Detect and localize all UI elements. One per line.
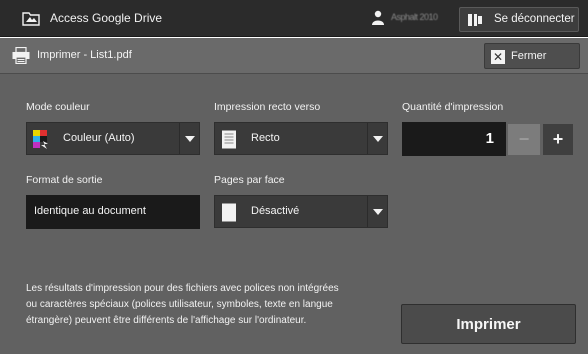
user-icon xyxy=(372,10,384,25)
duplex-label: Impression recto verso xyxy=(214,101,321,113)
top-bar: Access Google Drive Asphalt 2010 Se déco… xyxy=(0,0,588,37)
notice-line: étrangère) peuvent être différents de l'… xyxy=(26,315,307,326)
pages-per-side-value: Désactivé xyxy=(251,205,300,217)
logout-button[interactable]: Se déconnecter xyxy=(459,7,579,32)
print-button[interactable]: Imprimer xyxy=(401,304,576,344)
close-label: Fermer xyxy=(511,50,547,62)
page-icon xyxy=(222,203,236,222)
pages-per-side-label: Pages par face xyxy=(214,174,285,186)
color-mode-label: Mode couleur xyxy=(26,101,90,113)
quantity-value: 1 xyxy=(485,130,494,147)
logout-label: Se déconnecter xyxy=(494,13,575,25)
document-title: Imprimer - List1.pdf xyxy=(37,49,132,61)
output-format-value: Identique au document xyxy=(34,205,146,217)
close-icon: ✕ xyxy=(491,50,505,64)
user-name: Asphalt 2010 xyxy=(391,12,438,22)
output-format-field[interactable]: Identique au document xyxy=(26,195,200,229)
printer-icon xyxy=(12,47,30,64)
quantity-decrement-button[interactable]: − xyxy=(508,124,540,155)
output-format-label: Format de sortie xyxy=(26,174,103,186)
close-button[interactable]: ✕ Fermer xyxy=(484,43,580,69)
notice-line: Les résultats d'impression pour des fich… xyxy=(26,283,339,294)
single-page-icon xyxy=(222,130,236,149)
color-mode-value: Couleur (Auto) xyxy=(63,132,135,144)
quantity-increment-button[interactable]: + xyxy=(543,124,573,155)
quantity-input[interactable]: 1 xyxy=(402,122,506,156)
chevron-down-icon xyxy=(367,123,387,154)
print-notice: Les résultats d'impression pour des fich… xyxy=(26,281,396,329)
chevron-down-icon xyxy=(367,196,387,227)
duplex-dropdown[interactable]: Recto xyxy=(214,122,388,155)
drive-folder-icon xyxy=(22,12,40,26)
logout-icon xyxy=(468,14,482,26)
panel-header: Imprimer - List1.pdf ✕ Fermer xyxy=(0,38,588,74)
app-title: Access Google Drive xyxy=(50,11,163,25)
color-mode-icon xyxy=(33,130,48,149)
color-mode-dropdown[interactable]: Couleur (Auto) xyxy=(26,122,200,155)
print-screen: Access Google Drive Asphalt 2010 Se déco… xyxy=(0,0,588,354)
print-button-label: Imprimer xyxy=(456,316,521,333)
quantity-label: Quantité d'impression xyxy=(402,101,504,113)
chevron-down-icon xyxy=(179,123,199,154)
duplex-value: Recto xyxy=(251,132,280,144)
notice-line: ou caractères spéciaux (polices utilisat… xyxy=(26,299,333,310)
pages-per-side-dropdown[interactable]: Désactivé xyxy=(214,195,388,228)
